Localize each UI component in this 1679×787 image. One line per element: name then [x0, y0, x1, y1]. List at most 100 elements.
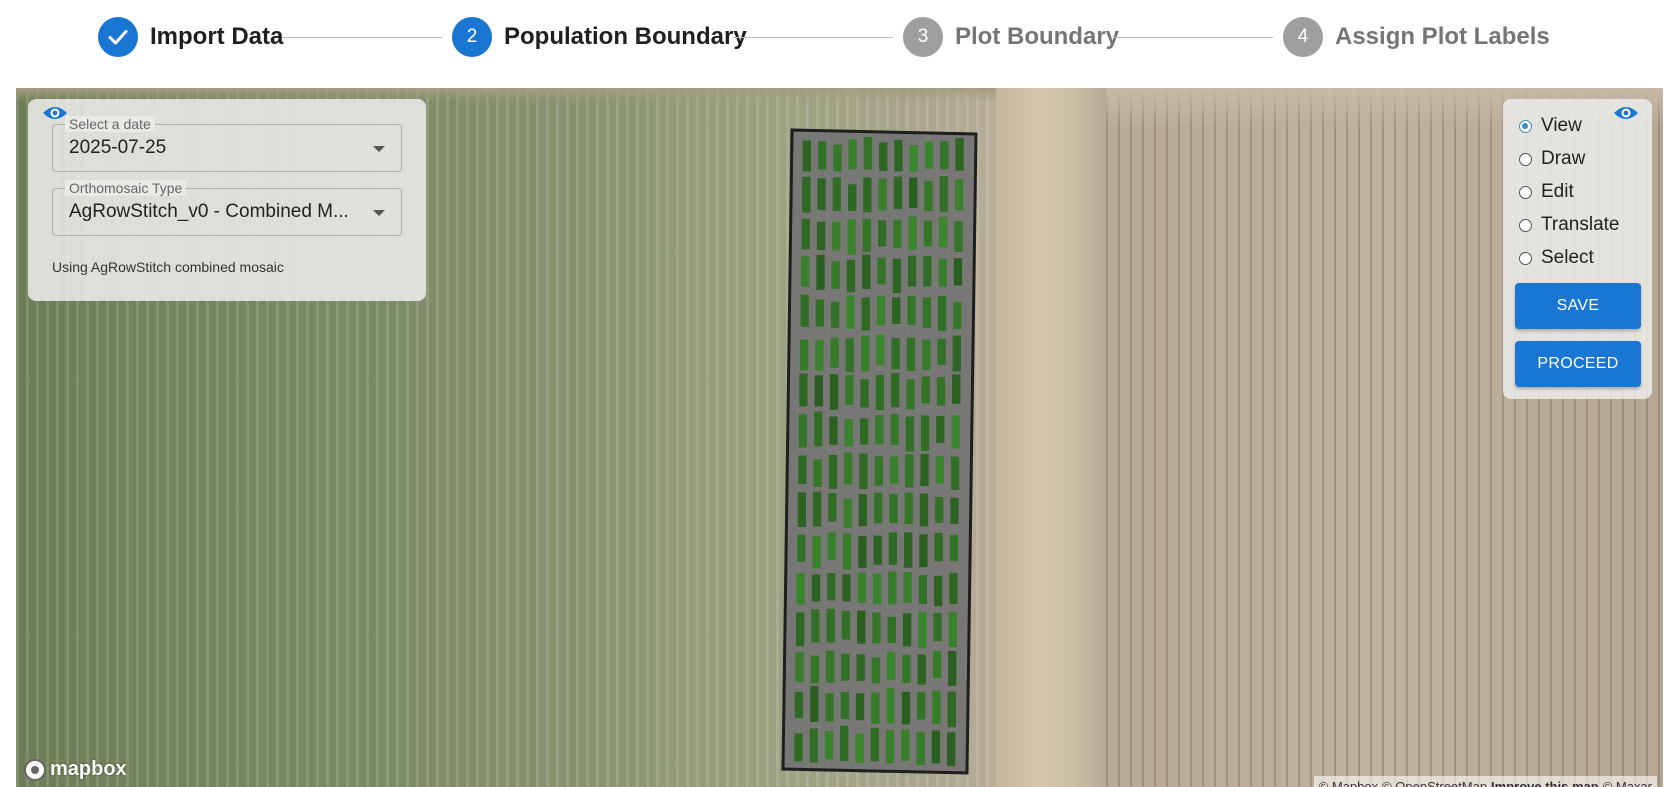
plot-cell [953, 302, 962, 330]
plot-cell [893, 176, 903, 210]
plot-cell [795, 651, 804, 682]
plot-cell [846, 259, 856, 293]
plot-cell [873, 535, 882, 565]
plot-cell [902, 654, 911, 684]
plot-cell [855, 733, 864, 763]
step-population-boundary[interactable]: 2 Population Boundary [452, 17, 747, 57]
save-button[interactable]: SAVE [1515, 283, 1641, 329]
plot-cell [859, 418, 869, 445]
mapbox-logo[interactable]: mapbox [24, 758, 127, 781]
step-plot-boundary[interactable]: 3 Plot Boundary [903, 17, 1119, 57]
improve-map-link[interactable]: Improve this map [1491, 779, 1599, 787]
plot-cell [952, 335, 961, 372]
plot-cell [848, 139, 857, 170]
plot-cell [903, 572, 912, 603]
plot-cell [888, 571, 897, 605]
plot-cell [831, 301, 840, 328]
plot-cell [924, 141, 934, 169]
plot-cell [924, 181, 933, 212]
mode-translate-option[interactable]: Translate [1519, 213, 1620, 237]
date-select[interactable]: Select a date 2025-07-25 [52, 116, 402, 172]
plot-cell [935, 456, 944, 484]
plot-cell [948, 651, 957, 686]
plot-cell [832, 221, 841, 251]
step-number: 2 [452, 17, 492, 57]
date-select-value: 2025-07-25 [69, 137, 167, 158]
orthomosaic-type-select[interactable]: Orthomosaic Type AgRowStitch_v0 - Combin… [52, 180, 402, 236]
plot-cell [847, 219, 856, 255]
plot-cell [879, 142, 888, 171]
plot-cell [877, 257, 886, 285]
plot-cell [829, 374, 839, 410]
plot-cell [939, 216, 948, 248]
mode-select-radio[interactable] [1519, 251, 1532, 265]
plot-cell [887, 651, 896, 681]
plot-cell [840, 725, 849, 762]
attribution-mapbox-link[interactable]: © Mapbox [1319, 779, 1378, 787]
plot-cell [889, 494, 898, 524]
plot-cell [824, 730, 834, 760]
plot-cell [813, 459, 822, 487]
attribution-osm-link[interactable]: © OpenStreetMap [1382, 779, 1487, 787]
plot-cell [892, 258, 901, 293]
plot-cell [922, 297, 931, 328]
plot-cell [833, 144, 842, 172]
plot-cell [846, 295, 855, 329]
plot-cell [842, 533, 852, 570]
mode-view-option[interactable]: View [1519, 114, 1582, 138]
plot-cell [796, 573, 805, 605]
mode-view-radio[interactable] [1519, 119, 1532, 133]
plot-cell [857, 572, 866, 603]
eye-icon[interactable] [1613, 104, 1639, 122]
plot-cell [844, 419, 853, 447]
step-label: Population Boundary [504, 23, 747, 50]
plot-cell [829, 416, 838, 445]
plot-cell [814, 375, 823, 407]
plot-cell [856, 654, 865, 682]
mode-draw-radio[interactable] [1519, 152, 1532, 166]
plot-cell [861, 335, 870, 372]
mode-edit-radio[interactable] [1519, 185, 1532, 199]
plot-cell [872, 612, 881, 644]
mode-view-label: View [1541, 115, 1582, 136]
plot-cell [875, 375, 884, 411]
plot-cell [812, 491, 822, 527]
plot-cell [916, 731, 925, 766]
step-import-data[interactable]: Import Data [98, 17, 283, 57]
plot-cell [874, 456, 883, 486]
mode-edit-option[interactable]: Edit [1519, 180, 1574, 204]
plot-cell [802, 176, 811, 213]
plot-cell [826, 608, 835, 643]
plot-cell [935, 497, 944, 523]
plot-cell [952, 374, 961, 404]
plot-cell [931, 730, 940, 764]
plot-cell [827, 573, 836, 601]
plot-cell [878, 220, 887, 247]
mode-draw-option[interactable]: Draw [1519, 147, 1585, 171]
plot-cell [827, 532, 836, 561]
plot-cell [921, 376, 930, 404]
plot-cell [894, 139, 903, 172]
step-assign-plot-labels[interactable]: 4 Assign Plot Labels [1283, 17, 1550, 57]
plot-cell [870, 727, 879, 762]
plot-cell [888, 532, 897, 565]
plot-cell [798, 414, 808, 448]
proceed-button[interactable]: PROCEED [1515, 341, 1641, 387]
plot-cell [887, 616, 896, 643]
plot-cell [828, 493, 837, 522]
map-canvas[interactable]: Select a date 2025-07-25 Orthomosaic Typ… [16, 88, 1663, 787]
plot-cell [949, 572, 958, 604]
plot-cell [825, 693, 834, 722]
plot-cell [905, 416, 914, 452]
plot-cell [814, 411, 823, 447]
plot-cell [855, 693, 865, 721]
mode-translate-radio[interactable] [1519, 218, 1532, 232]
plot-cell [797, 492, 806, 527]
mode-select-option[interactable]: Select [1519, 246, 1594, 270]
plot-cell [801, 256, 810, 287]
step-connector [1113, 37, 1273, 38]
plot-cell [908, 216, 917, 250]
attribution-maxar-link[interactable]: © Maxar [1603, 779, 1652, 787]
plot-cell [858, 494, 867, 527]
plot-cell [842, 574, 851, 602]
